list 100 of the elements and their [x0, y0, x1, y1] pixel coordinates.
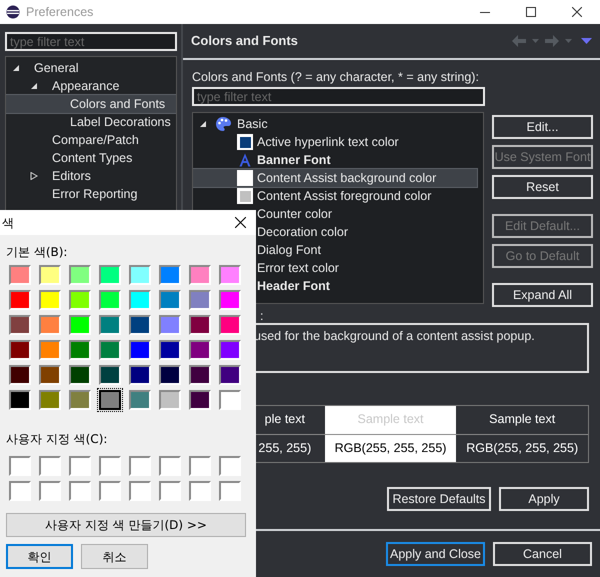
- color-swatch[interactable]: [219, 265, 241, 285]
- tree-item[interactable]: Basic: [193, 115, 483, 133]
- color-swatch[interactable]: [39, 315, 61, 335]
- color-swatch[interactable]: [219, 456, 241, 476]
- color-swatch[interactable]: [189, 265, 211, 285]
- color-swatch[interactable]: [159, 315, 181, 335]
- color-swatch[interactable]: [219, 290, 241, 310]
- color-swatch[interactable]: [39, 456, 61, 476]
- action-button[interactable]: Expand All: [492, 283, 593, 307]
- color-swatch[interactable]: [159, 340, 181, 360]
- color-swatch[interactable]: [219, 315, 241, 335]
- color-swatch[interactable]: [99, 315, 121, 335]
- tree-item[interactable]: Content Assist foreground color: [193, 187, 483, 205]
- color-swatch[interactable]: [9, 481, 31, 501]
- color-swatch[interactable]: [129, 456, 151, 476]
- color-swatch[interactable]: [69, 365, 91, 385]
- tree-item[interactable]: General: [6, 59, 176, 78]
- tree-item[interactable]: Compare/Patch: [6, 131, 176, 150]
- color-swatch[interactable]: [99, 481, 121, 501]
- tree-item[interactable]: Banner Font: [193, 151, 483, 169]
- triangle-icon[interactable]: [30, 82, 38, 90]
- action-button[interactable]: Reset: [492, 175, 593, 199]
- color-swatch[interactable]: [129, 481, 151, 501]
- triangle-icon[interactable]: [199, 120, 207, 128]
- tree-item[interactable]: Active hyperlink text color: [193, 133, 483, 151]
- color-swatch[interactable]: [129, 365, 151, 385]
- dialog-button[interactable]: 취소: [81, 544, 148, 569]
- dropdown-icon[interactable]: [564, 38, 573, 44]
- filter-field[interactable]: type filter text: [5, 32, 177, 51]
- tree-item[interactable]: Appearance: [6, 77, 176, 96]
- color-swatch[interactable]: [189, 390, 211, 410]
- define-custom-colors-button[interactable]: 사용자 지정 색 만들기(D) >>: [6, 513, 246, 537]
- tree-item[interactable]: Editors: [6, 167, 176, 186]
- color-swatch[interactable]: [189, 456, 211, 476]
- triangle-icon[interactable]: [30, 172, 38, 180]
- color-swatch[interactable]: [99, 365, 121, 385]
- color-swatch[interactable]: [69, 456, 91, 476]
- color-swatch[interactable]: [9, 315, 31, 335]
- color-swatch[interactable]: [129, 315, 151, 335]
- color-swatch[interactable]: [159, 290, 181, 310]
- action-button[interactable]: Restore Defaults: [387, 487, 491, 511]
- color-swatch[interactable]: [159, 481, 181, 501]
- color-swatch[interactable]: [129, 340, 151, 360]
- dropdown-icon[interactable]: [531, 38, 540, 44]
- color-swatch[interactable]: [39, 290, 61, 310]
- color-swatch[interactable]: [9, 290, 31, 310]
- tree-item[interactable]: Error Reporting: [6, 185, 176, 204]
- color-swatch[interactable]: [129, 390, 151, 410]
- dialog-button[interactable]: Apply and Close: [386, 542, 485, 566]
- triangle-icon[interactable]: [12, 64, 20, 72]
- color-swatch[interactable]: [69, 265, 91, 285]
- dialog-button[interactable]: 확인: [6, 544, 73, 569]
- tree-item[interactable]: Colors and Fonts: [6, 95, 176, 114]
- color-swatch[interactable]: [9, 456, 31, 476]
- view-menu-icon[interactable]: [581, 38, 592, 44]
- color-swatch[interactable]: [219, 481, 241, 501]
- color-swatch[interactable]: [219, 365, 241, 385]
- color-swatch[interactable]: [129, 265, 151, 285]
- color-swatch[interactable]: [9, 390, 31, 410]
- color-swatch[interactable]: [159, 390, 181, 410]
- color-swatch[interactable]: [189, 365, 211, 385]
- action-button[interactable]: Apply: [499, 487, 589, 511]
- color-swatch[interactable]: [219, 390, 241, 410]
- color-swatch[interactable]: [9, 365, 31, 385]
- action-button[interactable]: Edit...: [492, 115, 593, 139]
- color-swatch[interactable]: [129, 290, 151, 310]
- color-swatch[interactable]: [69, 315, 91, 335]
- color-swatch[interactable]: [159, 365, 181, 385]
- color-swatch[interactable]: [39, 481, 61, 501]
- close-icon[interactable]: [235, 217, 246, 228]
- color-swatch[interactable]: [69, 290, 91, 310]
- color-swatch[interactable]: [99, 390, 121, 410]
- forward-icon[interactable]: [544, 35, 560, 47]
- color-swatch[interactable]: [99, 340, 121, 360]
- tree-item[interactable]: Content Types: [6, 149, 176, 168]
- color-swatch[interactable]: [99, 290, 121, 310]
- color-swatch[interactable]: [69, 390, 91, 410]
- color-swatch[interactable]: [9, 265, 31, 285]
- color-swatch[interactable]: [219, 340, 241, 360]
- color-swatch[interactable]: [189, 315, 211, 335]
- color-swatch[interactable]: [189, 481, 211, 501]
- color-swatch[interactable]: [99, 265, 121, 285]
- tree-item[interactable]: Label Decorations: [6, 113, 176, 132]
- color-swatch[interactable]: [69, 481, 91, 501]
- color-swatch[interactable]: [9, 340, 31, 360]
- color-swatch[interactable]: [39, 265, 61, 285]
- color-swatch[interactable]: [39, 390, 61, 410]
- close-icon[interactable]: [572, 7, 582, 17]
- color-swatch[interactable]: [159, 456, 181, 476]
- back-icon[interactable]: [511, 35, 527, 47]
- color-swatch[interactable]: [189, 290, 211, 310]
- color-swatch[interactable]: [99, 456, 121, 476]
- color-swatch[interactable]: [189, 340, 211, 360]
- maximize-icon[interactable]: [526, 7, 536, 17]
- dialog-button[interactable]: Cancel: [493, 542, 592, 566]
- color-swatch[interactable]: [159, 265, 181, 285]
- filter-field[interactable]: type filter text: [192, 87, 485, 106]
- color-swatch[interactable]: [39, 365, 61, 385]
- color-swatch[interactable]: [69, 340, 91, 360]
- tree-item[interactable]: Content Assist background color: [193, 169, 477, 187]
